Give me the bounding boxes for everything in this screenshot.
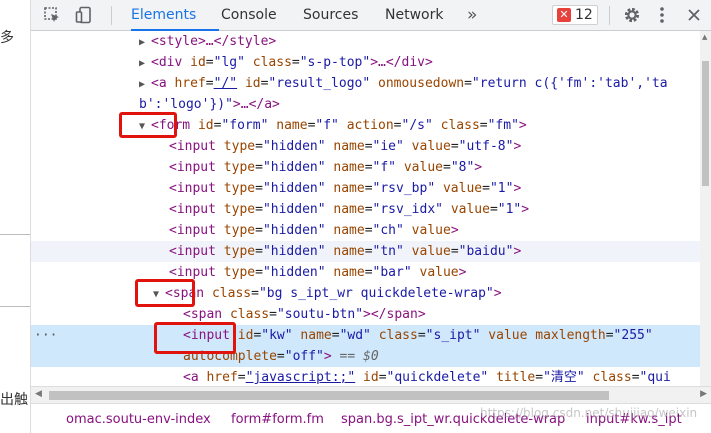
tab-elements[interactable]: Elements	[131, 0, 196, 31]
tab-network[interactable]: Network	[385, 0, 443, 31]
watermark: https://blog.csdn.net/shuijiao/weixin	[480, 406, 698, 420]
dom-node-input-ie[interactable]: <input type="hidden" name="ie" value="ut…	[31, 136, 700, 157]
page-divider	[0, 306, 30, 307]
horizontal-scrollbar-thumb[interactable]	[49, 391, 609, 400]
annotation-box-input	[154, 322, 236, 354]
toolbar-separator	[609, 6, 610, 25]
annotation-box-span	[135, 279, 195, 307]
dom-node-input-f[interactable]: <input type="hidden" name="f" value="8">	[31, 157, 700, 178]
scroll-right-icon[interactable]: ▶	[700, 389, 707, 399]
inspect-icon[interactable]	[41, 4, 63, 26]
devtools-toolbar: Elements Console Sources Network » ✕ 12	[31, 0, 711, 31]
dom-node-input-ch[interactable]: <input type="hidden" name="ch" value>	[31, 220, 700, 241]
error-count: 12	[575, 7, 593, 23]
dom-node-a-result-logo[interactable]: ▶ <a href="/" id="result_logo" onmousedow…	[31, 73, 700, 94]
annotation-box-form	[119, 112, 177, 138]
kebab-menu-icon[interactable]	[651, 4, 673, 26]
dom-node-input-kw-continuation[interactable]: autocomplete="off"> == $0	[31, 346, 700, 367]
tab-console[interactable]: Console	[221, 0, 277, 31]
selected-node-marker: == $0	[339, 349, 379, 364]
page-divider	[0, 234, 30, 235]
scroll-up-icon[interactable]: ▲	[702, 33, 707, 41]
page-text-bottom: 出触	[0, 392, 28, 408]
dom-node-input-rsv-idx[interactable]: <input type="hidden" name="rsv_idx" valu…	[31, 199, 700, 220]
collapsed-triangle-icon[interactable]: ▶	[139, 32, 151, 53]
dom-node-input-tn[interactable]: <input type="hidden" name="tn" value="ba…	[31, 241, 700, 262]
error-count-badge[interactable]: ✕ 12	[552, 5, 598, 25]
collapsed-triangle-icon[interactable]: ▶	[139, 74, 151, 95]
dom-node-input-rsv-bp[interactable]: <input type="hidden" name="rsv_bp" value…	[31, 178, 700, 199]
dom-node-span-soutu-btn[interactable]: <span class="soutu-btn"></span>	[31, 304, 700, 325]
dom-node-input-bar[interactable]: <input type="hidden" name="bar" value>	[31, 262, 700, 283]
breadcrumb-item[interactable]: omac.soutu-env-index	[66, 412, 211, 427]
tab-sources[interactable]: Sources	[303, 0, 358, 31]
collapsed-triangle-icon[interactable]: ▶	[139, 53, 151, 74]
dom-node-a-quickdelete[interactable]: <a href="javascript:;" id="quickdelete" …	[31, 367, 700, 386]
dom-node-span-quickdelete-wrap[interactable]: ▼ <span class="bg s_ipt_wr quickdelete-wr…	[31, 283, 700, 304]
horizontal-scrollbar[interactable]: ◀ ▶	[31, 386, 711, 403]
gear-icon[interactable]	[621, 4, 643, 26]
vertical-scrollbar-thumb[interactable]	[702, 61, 709, 186]
more-actions-icon[interactable]: ···	[34, 325, 57, 346]
close-icon[interactable]	[683, 4, 705, 26]
breadcrumb-item[interactable]: form#form.fm	[231, 412, 324, 427]
dom-node-style[interactable]: ▶ <style>…</style>	[31, 31, 700, 52]
scroll-left-icon[interactable]: ◀	[35, 389, 42, 399]
elements-dom-tree: ▶ <style>…</style> ▶ <div id="lg" class="s…	[31, 31, 700, 386]
toolbar-separator	[111, 6, 112, 25]
page-content-strip: 多 出触	[0, 0, 31, 433]
dom-node-div-lg[interactable]: ▶ <div id="lg" class="s-p-top">…</div>	[31, 52, 700, 73]
device-toggle-icon[interactable]	[73, 4, 95, 26]
error-icon: ✕	[557, 8, 571, 22]
page-text-top: 多	[0, 30, 14, 46]
dom-node-input-kw-selected[interactable]: ··· <input id="kw" name="wd" class="s_ipt…	[31, 325, 700, 346]
more-tabs-icon[interactable]: »	[467, 0, 477, 31]
vertical-scrollbar[interactable]: ▲	[700, 31, 711, 386]
